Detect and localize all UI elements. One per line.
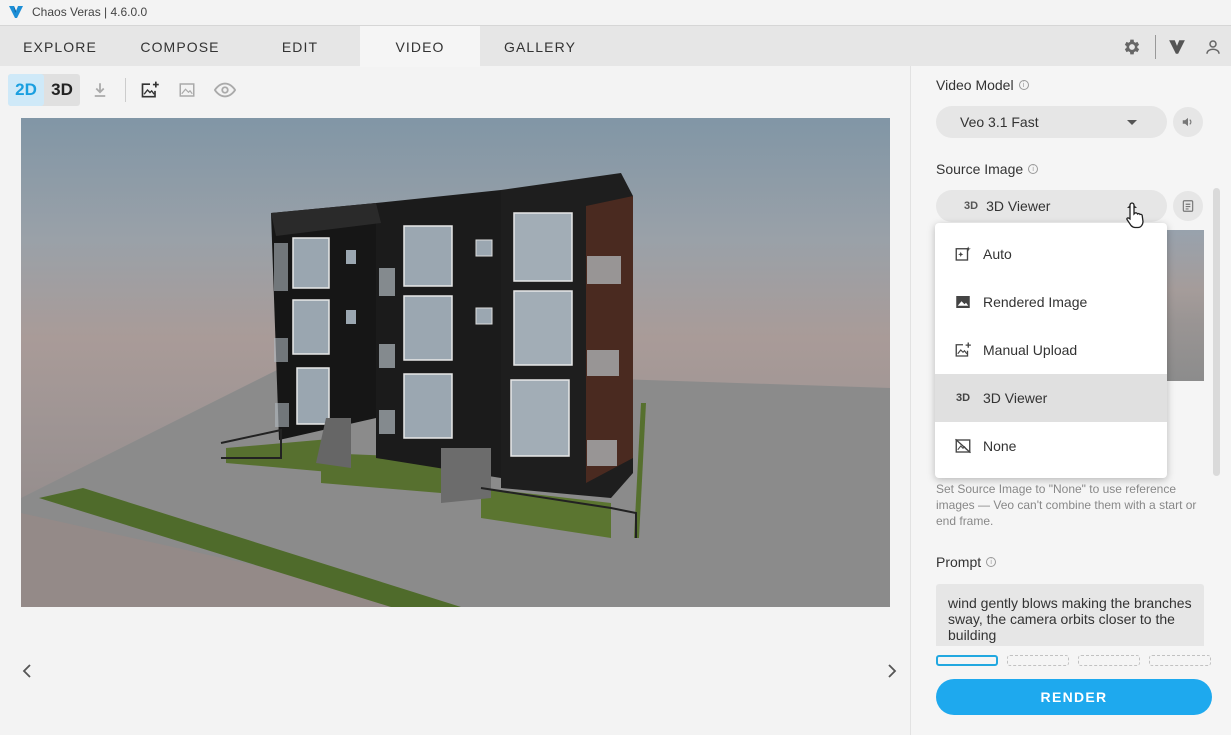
- settings-button[interactable]: [1120, 26, 1144, 67]
- view-mode-toggle: 2D 3D: [8, 74, 80, 106]
- source-option-3d-viewer[interactable]: 3D 3D Viewer: [935, 374, 1167, 422]
- source-details-button[interactable]: [1173, 191, 1203, 221]
- hand-cursor-icon: [1126, 202, 1144, 229]
- gear-icon: [1124, 39, 1140, 54]
- mode-3d-button[interactable]: 3D: [44, 74, 80, 106]
- user-icon: [1206, 39, 1220, 54]
- no-image-icon: [953, 436, 973, 456]
- video-model-value: Veo 3.1 Fast: [960, 114, 1039, 130]
- source-image-label-text: Source Image: [936, 161, 1024, 177]
- source-image-thumbnail[interactable]: [1167, 230, 1204, 381]
- option-label: 3D Viewer: [983, 390, 1048, 406]
- 3d-viewport[interactable]: [21, 118, 890, 607]
- auto-sparkle-icon: [953, 244, 973, 264]
- veras-brand-button[interactable]: [1165, 26, 1189, 67]
- source-image-note: Set Source Image to "None" to use refere…: [936, 482, 1197, 528]
- tab-compose[interactable]: COMPOSE: [120, 26, 240, 67]
- viewer-toolbar: 2D 3D: [8, 73, 80, 107]
- audio-toggle-button[interactable]: [1173, 107, 1203, 137]
- next-arrow-button[interactable]: [882, 660, 902, 682]
- eye-icon: [214, 82, 236, 98]
- info-icon[interactable]: i: [1028, 164, 1039, 174]
- chevron-left-icon: [22, 664, 31, 678]
- add-image-icon: [141, 81, 159, 98]
- main-tab-bar: EXPLORE COMPOSE EDIT VIDEO GALLERY: [0, 25, 1231, 67]
- preview-button[interactable]: [211, 76, 239, 104]
- frame-slot[interactable]: [1149, 655, 1211, 666]
- toolbar-divider: [1155, 35, 1156, 59]
- previous-arrow-button[interactable]: [17, 660, 37, 682]
- 3d-icon: 3D: [964, 200, 979, 212]
- video-model-select[interactable]: Veo 3.1 Fast: [936, 106, 1167, 138]
- option-label: None: [983, 438, 1017, 454]
- source-option-auto[interactable]: Auto: [935, 230, 1167, 278]
- image-button[interactable]: [173, 76, 201, 104]
- video-model-label-text: Video Model: [936, 77, 1014, 93]
- image-icon: [179, 83, 195, 97]
- tab-video[interactable]: VIDEO: [360, 26, 480, 67]
- source-image-value: 3D Viewer: [986, 198, 1051, 214]
- toolbar-divider: [125, 78, 126, 102]
- add-image-button[interactable]: [136, 76, 164, 104]
- source-option-rendered-image[interactable]: Rendered Image: [935, 278, 1167, 326]
- tab-explore[interactable]: EXPLORE: [0, 26, 120, 67]
- prompt-label: Prompt i: [936, 554, 997, 570]
- panel-scrollbar[interactable]: [1213, 188, 1220, 476]
- veras-logo-icon: [9, 6, 23, 18]
- title-bar: Chaos Veras | 4.6.0.0: [0, 0, 1231, 24]
- building-render: [21, 118, 890, 607]
- speaker-icon: [1182, 117, 1192, 127]
- prompt-label-text: Prompt: [936, 554, 982, 570]
- frame-slot[interactable]: [936, 655, 998, 666]
- source-option-manual-upload[interactable]: Manual Upload: [935, 326, 1167, 374]
- tab-edit[interactable]: EDIT: [240, 26, 360, 67]
- option-label: Manual Upload: [983, 342, 1078, 358]
- veras-v-icon: [1169, 39, 1185, 54]
- frame-slot[interactable]: [1078, 655, 1140, 666]
- source-image-label: Source Image i: [936, 161, 1039, 177]
- option-label: Rendered Image: [983, 294, 1088, 310]
- caret-down-icon: [1127, 120, 1137, 125]
- download-button[interactable]: [86, 76, 114, 104]
- render-button[interactable]: RENDER: [936, 679, 1212, 715]
- source-option-none[interactable]: None: [935, 422, 1167, 470]
- tab-gallery[interactable]: GALLERY: [480, 26, 600, 67]
- document-icon: [1182, 200, 1194, 212]
- video-model-label: Video Model i: [936, 77, 1029, 93]
- frame-slot[interactable]: [1007, 655, 1069, 666]
- source-image-dropdown: Auto Rendered Image Manual Upload 3D 3D …: [935, 223, 1167, 478]
- info-icon[interactable]: i: [1018, 80, 1029, 90]
- upload-image-icon: [953, 340, 973, 360]
- 3d-icon: 3D: [955, 392, 971, 404]
- info-icon[interactable]: i: [986, 557, 997, 567]
- mode-2d-button[interactable]: 2D: [8, 74, 44, 106]
- option-label: Auto: [983, 246, 1012, 262]
- download-icon: [94, 83, 106, 97]
- prompt-textarea[interactable]: wind gently blows making the branches sw…: [936, 584, 1204, 646]
- chevron-right-icon: [888, 664, 897, 678]
- image-icon: [953, 292, 973, 312]
- app-title: Chaos Veras | 4.6.0.0: [32, 5, 148, 19]
- account-button[interactable]: [1201, 26, 1225, 67]
